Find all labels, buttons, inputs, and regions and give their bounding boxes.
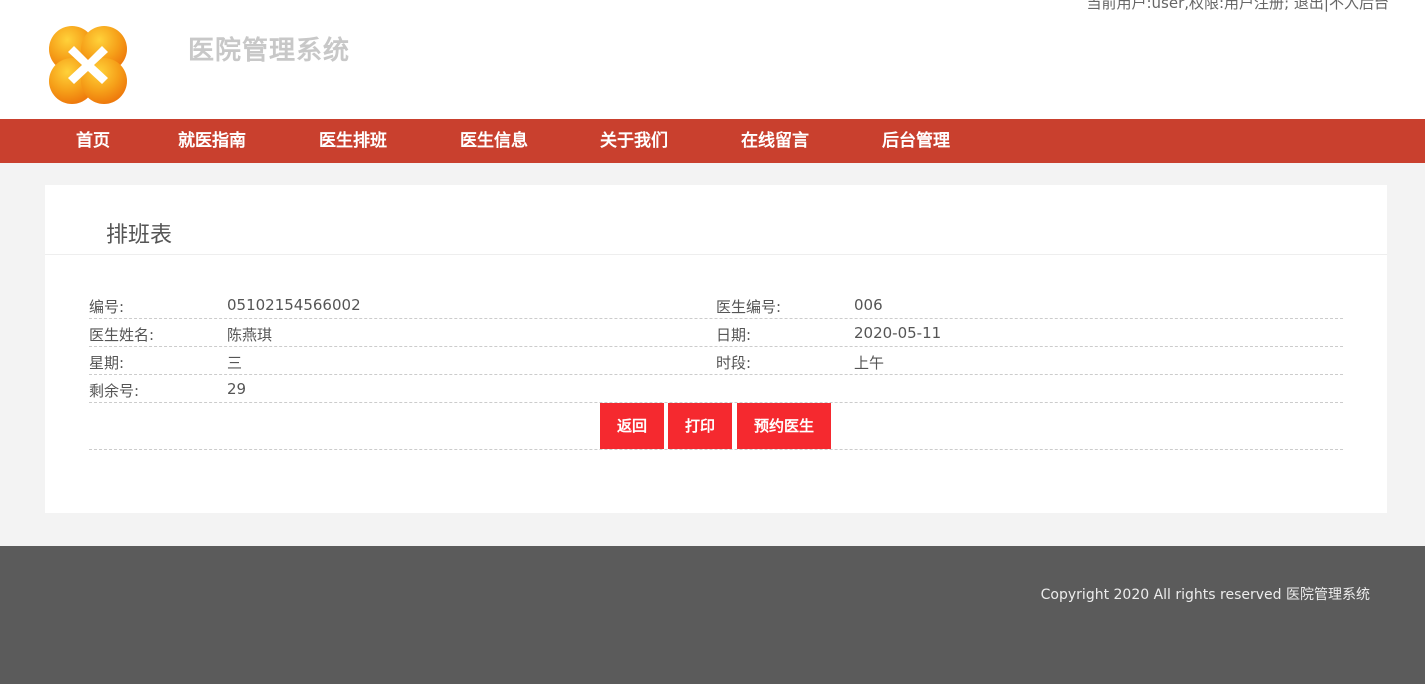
page-title: 排班表 [106,223,173,248]
field-label: 医生姓名: [89,326,155,344]
schedule-info-table: 编号: 05102154566002 医生编号: 006 医生姓名: 陈燕琪 日… [89,291,1343,450]
nav-item-schedule[interactable]: 医生排班 [319,119,387,163]
field-label: 剩余号: [89,382,140,400]
header: 医院管理系统 当前用户:user,权限:用户注册; 退出|不入后台 [0,0,1425,119]
field-value: 006 [854,296,883,314]
schedule-panel: 排班表 编号: 05102154566002 医生编号: 006 医生姓名: 陈… [45,185,1387,513]
field-value: 陈燕琪 [227,326,273,344]
print-button[interactable]: 打印 [668,403,732,449]
title-divider [45,254,1387,255]
logout-link[interactable]: 退出 [1294,0,1324,12]
nav-item-about[interactable]: 关于我们 [600,119,668,163]
field-label: 医生编号: [716,298,782,316]
nav-item-guide[interactable]: 就医指南 [178,119,246,163]
table-row: 星期: 三 时段: 上午 [89,347,1343,375]
user-status-bar: 当前用户:user,权限:用户注册; 退出|不入后台 [1086,0,1389,13]
field-value: 29 [227,380,247,398]
table-row: 编号: 05102154566002 医生编号: 006 [89,291,1343,319]
hospital-logo-icon [49,26,127,104]
action-button-row: 返回 打印 预约医生 [89,403,1343,450]
nav-item-home[interactable]: 首页 [76,119,110,163]
field-value: 三 [227,354,243,372]
field-label: 编号: [89,298,125,316]
back-button[interactable]: 返回 [600,403,664,449]
table-row: 医生姓名: 陈燕琪 日期: 2020-05-11 [89,319,1343,347]
field-value: 上午 [854,354,885,372]
footer: Copyright 2020 All rights reserved 医院管理系… [0,546,1425,684]
nav-item-messages[interactable]: 在线留言 [741,119,809,163]
copyright-text: Copyright 2020 All rights reserved 医院管理系… [1040,587,1370,603]
book-doctor-button[interactable]: 预约医生 [737,403,831,449]
table-row: 剩余号: 29 [89,375,1343,403]
field-label: 时段: [716,354,752,372]
main-nav: 首页 就医指南 医生排班 医生信息 关于我们 在线留言 后台管理 [0,119,1425,163]
site-title: 医院管理系统 [188,36,351,66]
nav-item-admin[interactable]: 后台管理 [882,119,950,163]
field-label: 星期: [89,354,125,372]
current-user-label: 当前用户:user,权限:用户注册; [1086,0,1290,12]
admin-link[interactable]: 不入后台 [1329,0,1389,12]
nav-item-doctors[interactable]: 医生信息 [460,119,528,163]
field-value: 2020-05-11 [854,324,942,342]
field-label: 日期: [716,326,752,344]
field-value: 05102154566002 [227,296,361,314]
